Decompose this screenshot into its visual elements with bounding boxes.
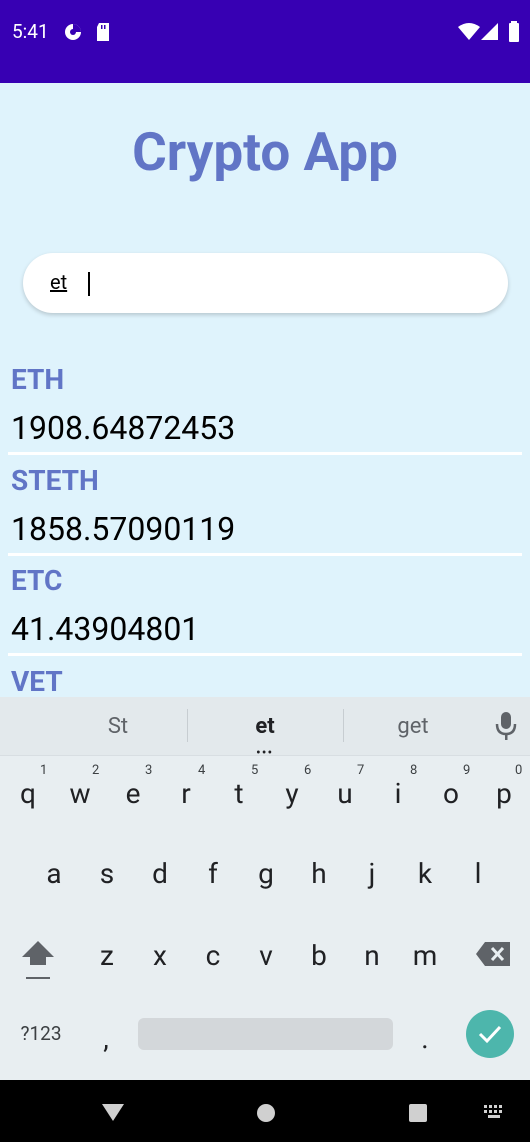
- coin-list-item[interactable]: STETH 1858.57090119: [0, 464, 530, 565]
- app-title: Crypto App: [132, 121, 398, 183]
- text-caret: [88, 272, 90, 296]
- checkmark-icon: [478, 1025, 502, 1044]
- key-hint: 7: [357, 763, 365, 778]
- divider: [8, 653, 522, 656]
- key-hint: 4: [198, 763, 206, 778]
- status-bar: 5:41: [0, 0, 530, 83]
- suggestion-divider: [187, 709, 188, 742]
- backspace-icon[interactable]: [475, 941, 511, 971]
- coin-list-item[interactable]: ETC 41.43904801: [0, 564, 530, 665]
- key-d[interactable]: d: [140, 857, 180, 890]
- more-suggestions-icon[interactable]: •••: [256, 745, 273, 761]
- key-u[interactable]: u: [325, 777, 365, 810]
- symbols-key[interactable]: ?123: [16, 1022, 66, 1045]
- soft-keyboard: St et ••• get 1 2 3 4 5 6 7 8 9 0 q w e …: [0, 697, 530, 1080]
- coin-list-item[interactable]: ETH 1908.64872453: [0, 363, 530, 464]
- key-l[interactable]: l: [458, 857, 498, 890]
- enter-key[interactable]: [466, 1010, 514, 1058]
- divider: [8, 552, 522, 556]
- key-y[interactable]: y: [272, 777, 312, 810]
- key-x[interactable]: x: [140, 939, 180, 972]
- key-r[interactable]: r: [166, 777, 206, 810]
- shift-icon[interactable]: [21, 939, 55, 987]
- key-hint: 2: [92, 763, 100, 778]
- key-t[interactable]: t: [219, 777, 259, 810]
- coin-symbol: ETH: [11, 363, 65, 396]
- key-hint: 6: [304, 763, 312, 778]
- key-hint: 5: [251, 763, 259, 778]
- coin-symbol: STETH: [11, 463, 99, 497]
- back-icon[interactable]: [101, 1102, 125, 1126]
- suggestion-divider: [343, 709, 344, 742]
- key-i[interactable]: i: [378, 777, 418, 810]
- key-q[interactable]: q: [8, 777, 48, 810]
- key-h[interactable]: h: [299, 857, 339, 890]
- keyboard-switch-icon[interactable]: [483, 1104, 505, 1124]
- key-b[interactable]: b: [299, 939, 339, 972]
- key-p[interactable]: p: [484, 777, 524, 810]
- key-hint: 1: [40, 763, 48, 778]
- key-o[interactable]: o: [431, 777, 471, 810]
- key-n[interactable]: n: [352, 939, 392, 972]
- key-c[interactable]: c: [193, 939, 233, 972]
- search-input[interactable]: et: [23, 253, 508, 313]
- key-g[interactable]: g: [246, 857, 286, 890]
- coin-symbol: VET: [11, 664, 63, 698]
- suggestion-item[interactable]: et: [225, 714, 305, 739]
- key-comma[interactable]: ,: [86, 1022, 126, 1055]
- wifi-icon: [458, 23, 480, 45]
- coin-price: 1858.57090119: [11, 509, 236, 548]
- space-key[interactable]: [138, 1018, 393, 1050]
- key-hint: 0: [515, 763, 523, 778]
- key-e[interactable]: e: [113, 777, 153, 810]
- coin-symbol: ETC: [11, 564, 63, 597]
- recents-icon[interactable]: [408, 1103, 428, 1127]
- key-z[interactable]: z: [87, 939, 127, 972]
- battery-icon: [508, 21, 520, 46]
- key-hint: 9: [463, 763, 471, 778]
- key-f[interactable]: f: [193, 857, 233, 890]
- coin-price: 41.43904801: [11, 610, 200, 648]
- key-hint: 8: [410, 763, 418, 778]
- key-hint: 3: [145, 763, 153, 778]
- search-input-value[interactable]: et: [50, 270, 67, 294]
- suggestion-item[interactable]: get: [373, 714, 453, 739]
- cell-signal-icon: [481, 23, 499, 45]
- key-j[interactable]: j: [352, 857, 392, 890]
- navigation-bar: [0, 1080, 530, 1142]
- coin-price: 1908.64872453: [11, 409, 236, 447]
- key-m[interactable]: m: [405, 939, 445, 972]
- coin-list[interactable]: ETH 1908.64872453 STETH 1858.57090119 ET…: [0, 363, 530, 697]
- microphone-icon[interactable]: [495, 711, 517, 745]
- data-saver-icon: [63, 22, 83, 46]
- key-a[interactable]: a: [34, 857, 74, 890]
- key-k[interactable]: k: [405, 857, 445, 890]
- key-s[interactable]: s: [87, 857, 127, 890]
- suggestion-item[interactable]: St: [78, 714, 158, 739]
- divider: [8, 452, 522, 455]
- key-period[interactable]: .: [405, 1022, 445, 1055]
- app-content: Crypto App et ETH 1908.64872453 STETH 18…: [0, 83, 530, 697]
- status-time: 5:41: [12, 20, 49, 43]
- key-v[interactable]: v: [246, 939, 286, 972]
- sd-card-icon: [95, 22, 111, 46]
- coin-list-item[interactable]: VET: [0, 665, 530, 698]
- home-icon[interactable]: [256, 1103, 276, 1127]
- suggestion-strip: St et ••• get: [0, 697, 530, 761]
- key-w[interactable]: w: [60, 777, 100, 810]
